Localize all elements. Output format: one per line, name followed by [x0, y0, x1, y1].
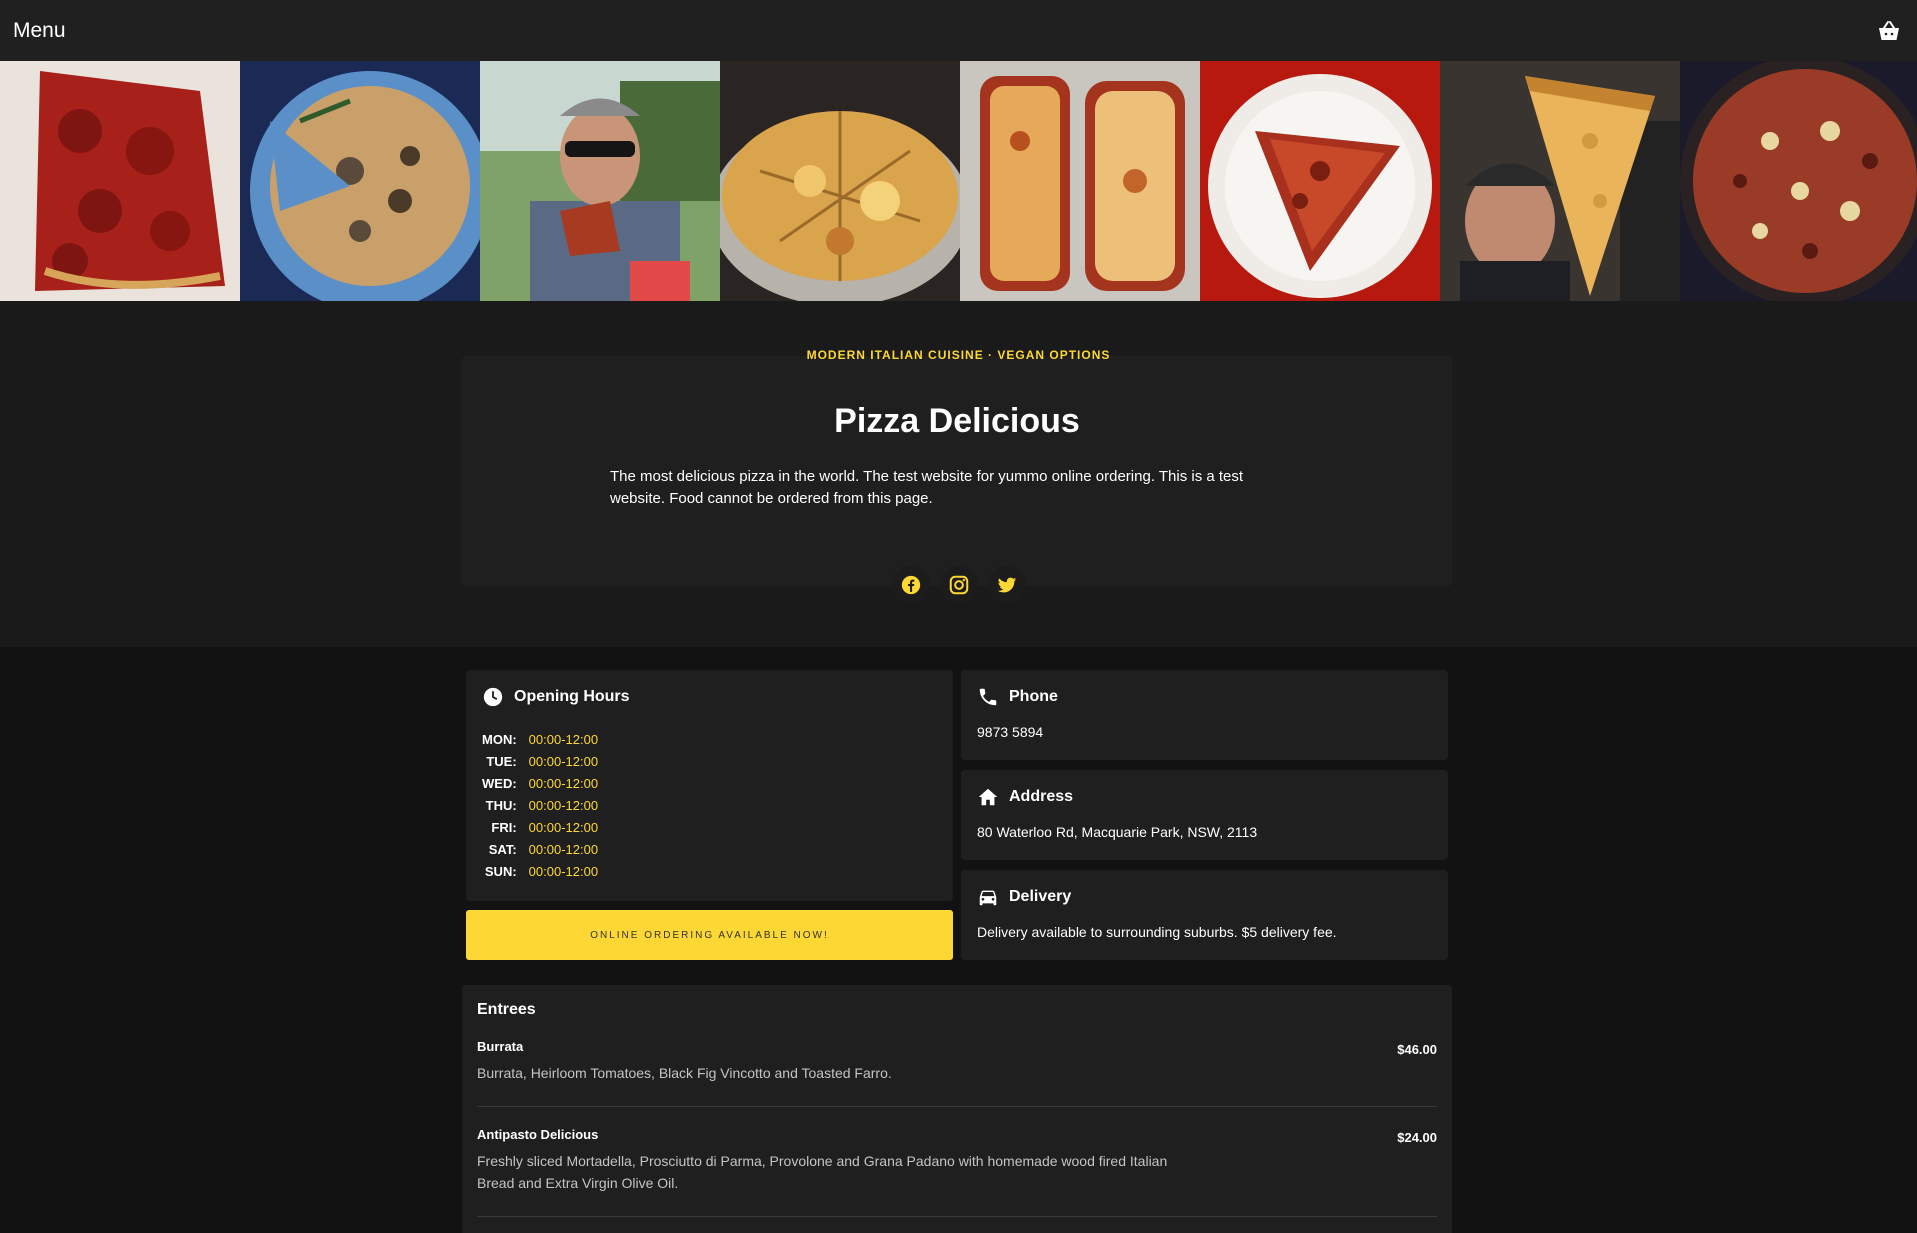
hours-row: MON: 00:00-12:00	[482, 728, 598, 750]
hours-row: SUN: 00:00-12:00	[482, 860, 598, 882]
address-title: Address	[1009, 788, 1074, 805]
menu-section-entrees: Entrees Burrata Burrata, Heirloom Tomato…	[462, 985, 1452, 1233]
hours-day: SUN:	[484, 863, 517, 879]
phone-panel: Phone 9873 5894	[961, 670, 1448, 760]
photo-pepperoni-slice	[0, 61, 240, 301]
menu-item-name: Antipasto Delicious	[477, 1127, 599, 1142]
hours-time: 00:00-12:00	[528, 863, 599, 879]
hours-row: THU: 00:00-12:00	[482, 794, 598, 816]
clock-icon	[483, 687, 503, 707]
opening-hours-title: Opening Hours	[514, 688, 630, 705]
phone-number[interactable]: 9873 5894	[977, 724, 1432, 740]
menu-section-title: Entrees	[477, 1001, 536, 1018]
restaurant-name: Pizza Delicious	[834, 402, 1080, 440]
hours-row: WED: 00:00-12:00	[482, 772, 598, 794]
menu-item-name: Burrata	[477, 1039, 524, 1054]
photo-pan-pizza	[1680, 61, 1917, 301]
hours-day: MON:	[482, 731, 517, 747]
photo-mushroom-pizza	[240, 61, 480, 301]
photo-man-giant-slice	[1440, 61, 1680, 301]
menu-item[interactable]: Burrata Burrata, Heirloom Tomatoes, Blac…	[477, 1019, 1437, 1107]
hours-day: WED:	[482, 775, 517, 791]
twitter-icon[interactable]	[987, 566, 1026, 604]
instagram-icon[interactable]	[939, 566, 978, 604]
hours-time: 00:00-12:00	[528, 797, 599, 813]
top-bar: Menu	[0, 0, 1917, 61]
photo-gallery	[0, 61, 1917, 301]
hours-time: 00:00-12:00	[528, 775, 599, 791]
menu-item-price: $46.00	[1397, 1042, 1437, 1057]
hours-time: 00:00-12:00	[528, 841, 599, 857]
photo-cheese-bread	[960, 61, 1200, 301]
menu-item-description: Burrata, Heirloom Tomatoes, Black Fig Vi…	[477, 1065, 892, 1081]
hours-row: SAT: 00:00-12:00	[482, 838, 598, 860]
hours-time: 00:00-12:00	[528, 819, 599, 835]
social-links	[0, 566, 1917, 604]
address-text: 80 Waterloo Rd, Macquarie Park, NSW, 211…	[977, 824, 1258, 840]
hours-day: TUE:	[486, 753, 517, 769]
menu-title[interactable]: Menu	[13, 19, 66, 43]
cuisine-tagline: MODERN ITALIAN CUISINE · VEGAN OPTIONS	[806, 348, 1111, 362]
restaurant-description: The most delicious pizza in the world. T…	[610, 468, 1244, 507]
opening-hours-panel: Opening Hours MON: 00:00-12:00 TUE: 00:0…	[466, 670, 953, 901]
facebook-icon[interactable]	[891, 566, 930, 604]
delivery-text: Delivery available to surrounding suburb…	[977, 924, 1337, 940]
photo-man-sunglasses	[480, 61, 720, 301]
photo-cheese-pizza-tray	[720, 61, 960, 301]
hours-row: TUE: 00:00-12:00	[482, 750, 598, 772]
hours-time: 00:00-12:00	[528, 753, 599, 769]
photo-deep-dish-plate	[1200, 61, 1440, 301]
hours-table: MON: 00:00-12:00 TUE: 00:00-12:00 WED: 0…	[482, 728, 598, 882]
home-icon	[978, 788, 998, 806]
menu-item[interactable]: Antipasto Delicious Freshly sliced Morta…	[477, 1107, 1437, 1217]
hours-day: SAT:	[488, 841, 517, 857]
delivery-title: Delivery	[1009, 888, 1072, 905]
hours-day: THU:	[485, 797, 517, 813]
hours-time: 00:00-12:00	[528, 731, 599, 747]
online-ordering-button[interactable]: ONLINE ORDERING AVAILABLE NOW!	[466, 910, 953, 960]
address-panel: Address 80 Waterloo Rd, Macquarie Park, …	[961, 770, 1448, 860]
shopping-basket-icon[interactable]	[1874, 16, 1904, 46]
menu-item-description: Freshly sliced Mortadella, Prosciutto di…	[477, 1153, 1168, 1191]
menu-item-price: $24.00	[1397, 1130, 1437, 1145]
phone-title: Phone	[1009, 688, 1058, 705]
car-icon	[979, 890, 997, 906]
phone-icon	[979, 688, 997, 706]
hours-row: FRI: 00:00-12:00	[482, 816, 598, 838]
delivery-panel: Delivery Delivery available to surroundi…	[961, 870, 1448, 960]
hours-day: FRI:	[491, 819, 517, 835]
